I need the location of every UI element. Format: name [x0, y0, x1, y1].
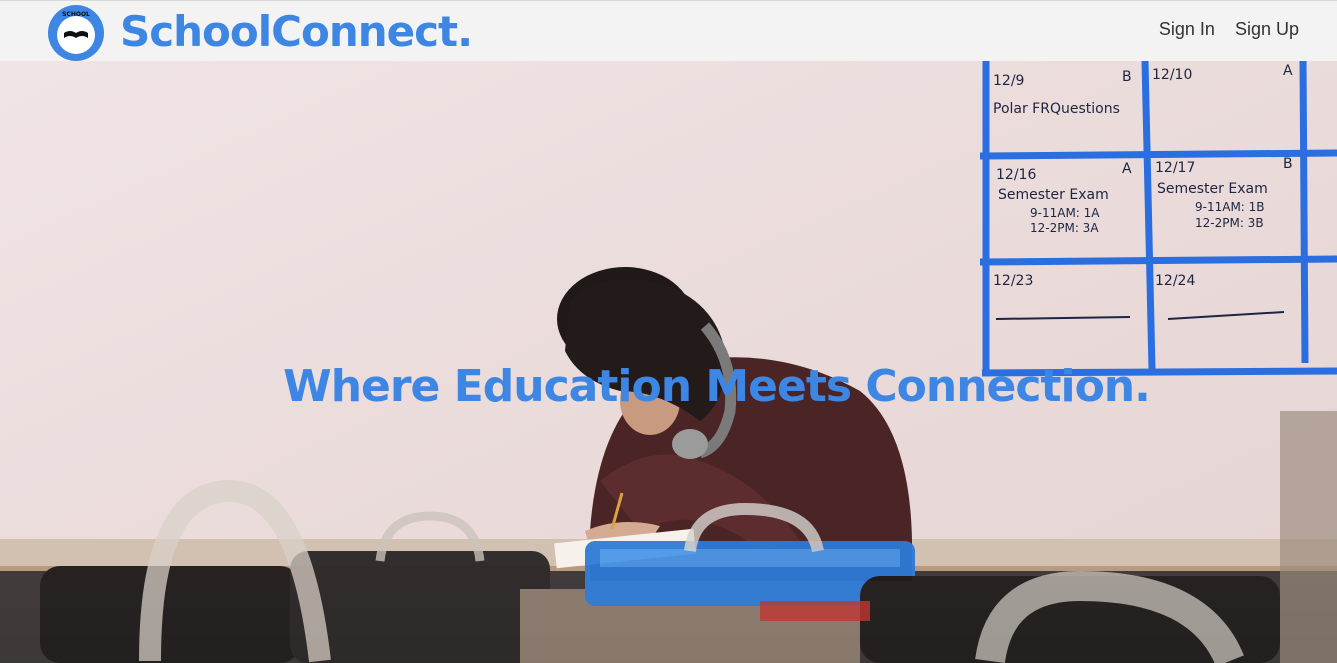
top-navbar: SCHOOL SchoolConnect. Sign In Sign Up: [0, 0, 1337, 61]
svg-text:12/24: 12/24: [1155, 273, 1195, 289]
brand-name[interactable]: SchoolConnect.: [120, 4, 473, 60]
svg-text:Semester Exam: Semester Exam: [998, 187, 1109, 203]
svg-text:12/23: 12/23: [993, 273, 1033, 289]
svg-text:A: A: [1283, 63, 1293, 79]
svg-text:12-2PM: 3A: 12-2PM: 3A: [1030, 221, 1099, 235]
svg-text:9-11AM: 1A: 9-11AM: 1A: [1030, 206, 1100, 220]
hero-tagline: Where Education Meets Connection.: [283, 361, 1151, 412]
svg-text:A: A: [1122, 161, 1132, 177]
sign-in-link[interactable]: Sign In: [1159, 19, 1215, 40]
svg-text:Polar FRQuestions: Polar FRQuestions: [993, 101, 1120, 117]
hero-section: 12/9 B Polar FRQuestions 12/10 A 12/16 A…: [0, 61, 1337, 663]
nav-links: Sign In Sign Up: [1159, 19, 1299, 40]
logo-lettering: SCHOOL: [62, 11, 90, 18]
svg-text:12/16: 12/16: [996, 167, 1036, 183]
svg-text:B: B: [1122, 69, 1132, 85]
svg-text:Semester Exam: Semester Exam: [1157, 181, 1268, 197]
svg-text:12/10: 12/10: [1152, 67, 1192, 83]
svg-text:12-2PM: 3B: 12-2PM: 3B: [1195, 216, 1264, 230]
calendar-date-12-9: 12/9: [993, 73, 1024, 89]
sign-up-link[interactable]: Sign Up: [1235, 19, 1299, 40]
svg-text:12/17: 12/17: [1155, 160, 1195, 176]
school-connect-logo[interactable]: SCHOOL: [47, 4, 105, 62]
svg-text:9-11AM: 1B: 9-11AM: 1B: [1195, 200, 1265, 214]
svg-text:B: B: [1283, 156, 1293, 172]
